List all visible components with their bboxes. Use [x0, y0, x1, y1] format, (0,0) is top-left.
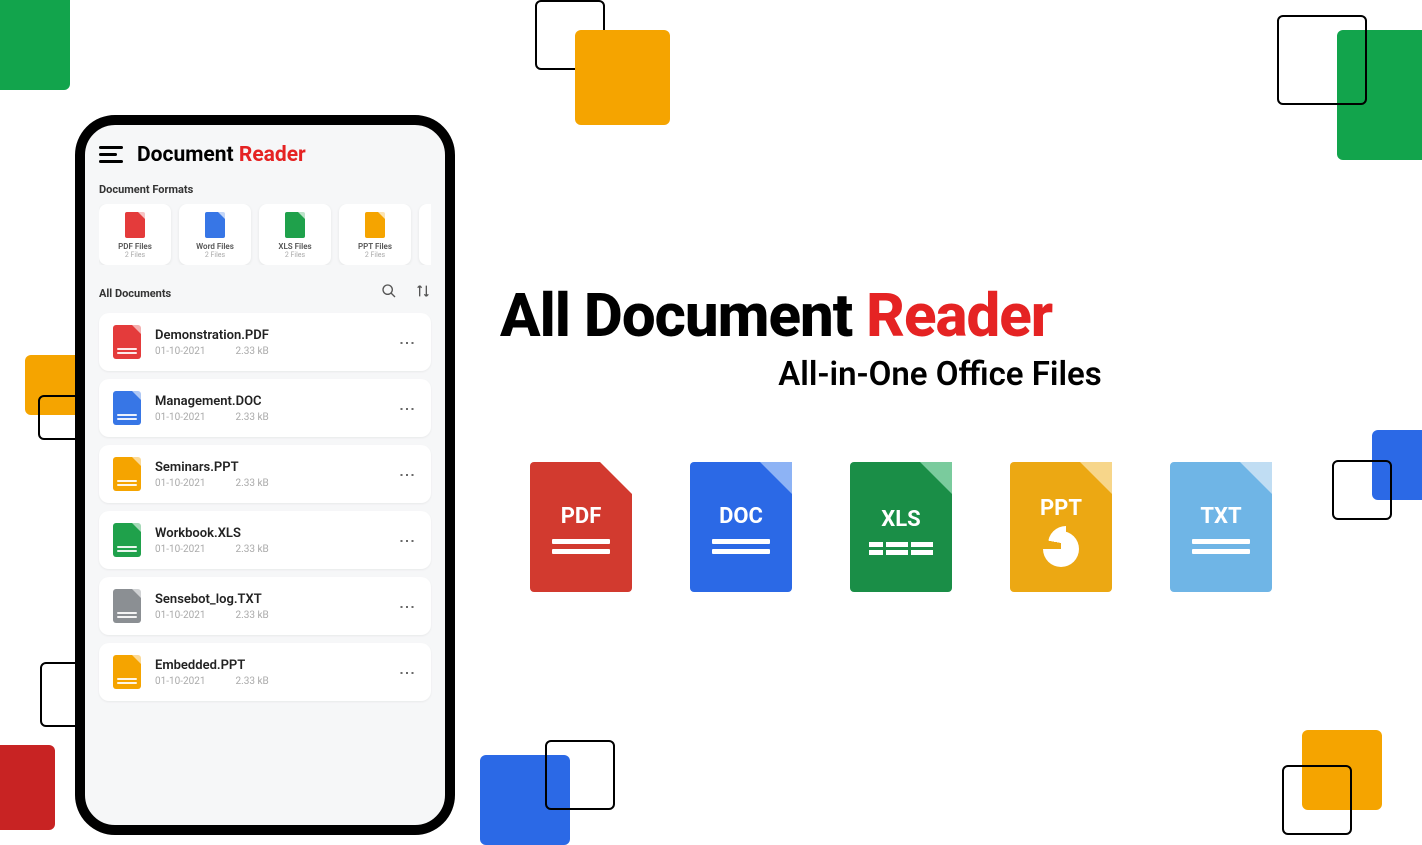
- sort-icon[interactable]: [415, 283, 431, 303]
- file-meta: 01-10-20212.33 kB: [155, 544, 398, 555]
- app-title-part2: Reader: [239, 143, 306, 167]
- document-row[interactable]: Embedded.PPT 01-10-20212.33 kB⋮: [99, 643, 431, 701]
- row-content: Seminars.PPT 01-10-20212.33 kB: [155, 460, 398, 489]
- decor-square: [1277, 15, 1367, 105]
- file-name: Workbook.XLS: [155, 526, 398, 541]
- file-name: Seminars.PPT: [155, 460, 398, 475]
- all-docs-label: All Documents: [99, 287, 171, 300]
- promo-title-part2: Reader: [866, 280, 1052, 351]
- format-count: 2 Files: [205, 251, 225, 259]
- format-count: 2 Files: [285, 251, 305, 259]
- file-meta: 01-10-20212.33 kB: [155, 346, 398, 357]
- format-name: Word Files: [196, 242, 234, 251]
- format-icon-doc: DOC: [690, 462, 792, 592]
- more-icon[interactable]: ⋮: [398, 599, 417, 613]
- format-count: 2 Files: [125, 251, 145, 259]
- row-content: Management.DOC 01-10-20212.33 kB: [155, 394, 398, 423]
- file-name: Embedded.PPT: [155, 658, 398, 673]
- file-icon: [113, 391, 141, 425]
- row-content: Demonstration.PDF 01-10-20212.33 kB: [155, 328, 398, 357]
- decor-square: [0, 745, 55, 830]
- file-icon: [125, 212, 145, 238]
- app-header: Document Reader: [99, 143, 431, 167]
- format-icon-ppt: PPT: [1010, 462, 1112, 592]
- row-content: Embedded.PPT 01-10-20212.33 kB: [155, 658, 398, 687]
- row-content: Sensebot_log.TXT 01-10-20212.33 kB: [155, 592, 398, 621]
- promo-subtitle: All-in-One Office Files: [500, 355, 1380, 394]
- more-icon[interactable]: ⋮: [398, 401, 417, 415]
- file-meta: 01-10-20212.33 kB: [155, 676, 398, 687]
- format-label: DOC: [719, 504, 763, 529]
- format-card[interactable]: PDF Files2 Files: [99, 204, 171, 265]
- format-card[interactable]: PPT Files2 Files: [339, 204, 411, 265]
- format-card[interactable]: XLS Files2 Files: [259, 204, 331, 265]
- more-icon[interactable]: ⋮: [398, 533, 417, 547]
- format-icons-row: PDF DOC XLS PPT TXT: [500, 462, 1380, 592]
- file-name: Sensebot_log.TXT: [155, 592, 398, 607]
- more-icon[interactable]: ⋮: [398, 335, 417, 349]
- promo-panel: All Document Reader All-in-One Office Fi…: [500, 280, 1380, 592]
- app-title: Document Reader: [137, 143, 306, 167]
- document-row[interactable]: Seminars.PPT 01-10-20212.33 kB⋮: [99, 445, 431, 503]
- format-icon-pdf: PDF: [530, 462, 632, 592]
- menu-icon[interactable]: [99, 146, 123, 164]
- format-card[interactable]: TXT1: [419, 204, 431, 265]
- document-list: Demonstration.PDF01-10-20212.33 kB⋮Manag…: [99, 313, 431, 701]
- document-row[interactable]: Management.DOC 01-10-20212.33 kB⋮: [99, 379, 431, 437]
- decor-square: [0, 0, 70, 90]
- file-meta: 01-10-20212.33 kB: [155, 478, 398, 489]
- decor-square: [575, 30, 670, 125]
- format-label: PDF: [561, 504, 602, 529]
- formats-label: Document Formats: [99, 183, 431, 196]
- promo-title-part1: All Document: [500, 280, 852, 351]
- file-meta: 01-10-20212.33 kB: [155, 610, 398, 621]
- format-card[interactable]: Word Files2 Files: [179, 204, 251, 265]
- format-name: XLS Files: [278, 242, 311, 251]
- decor-square: [1282, 765, 1352, 835]
- format-count: 2 Files: [365, 251, 385, 259]
- file-name: Demonstration.PDF: [155, 328, 398, 343]
- format-icon-txt: TXT: [1170, 462, 1272, 592]
- file-icon: [113, 655, 141, 689]
- phone-mockup: Document Reader Document Formats PDF Fil…: [75, 115, 455, 835]
- file-icon: [285, 212, 305, 238]
- file-icon: [113, 325, 141, 359]
- formats-row[interactable]: PDF Files2 FilesWord Files2 FilesXLS Fil…: [99, 204, 431, 265]
- file-meta: 01-10-20212.33 kB: [155, 412, 398, 423]
- all-docs-header: All Documents: [99, 283, 431, 303]
- file-icon: [365, 212, 385, 238]
- format-icon-xls: XLS: [850, 462, 952, 592]
- format-name: PPT Files: [358, 242, 392, 251]
- file-icon: [113, 589, 141, 623]
- format-label: TXT: [1200, 504, 1241, 529]
- more-icon[interactable]: ⋮: [398, 467, 417, 481]
- file-icon: [205, 212, 225, 238]
- promo-title: All Document Reader: [500, 280, 1380, 351]
- search-icon[interactable]: [381, 283, 397, 303]
- document-row[interactable]: Workbook.XLS 01-10-20212.33 kB⋮: [99, 511, 431, 569]
- file-name: Management.DOC: [155, 394, 398, 409]
- document-row[interactable]: Demonstration.PDF 01-10-20212.33 kB⋮: [99, 313, 431, 371]
- file-icon: [113, 523, 141, 557]
- document-row[interactable]: Sensebot_log.TXT 01-10-20212.33 kB⋮: [99, 577, 431, 635]
- format-label: PPT: [1040, 496, 1082, 521]
- file-icon: [113, 457, 141, 491]
- app-title-part1: Document: [137, 143, 234, 167]
- format-label: XLS: [881, 507, 920, 532]
- more-icon[interactable]: ⋮: [398, 665, 417, 679]
- format-name: PDF Files: [118, 242, 152, 251]
- row-content: Workbook.XLS 01-10-20212.33 kB: [155, 526, 398, 555]
